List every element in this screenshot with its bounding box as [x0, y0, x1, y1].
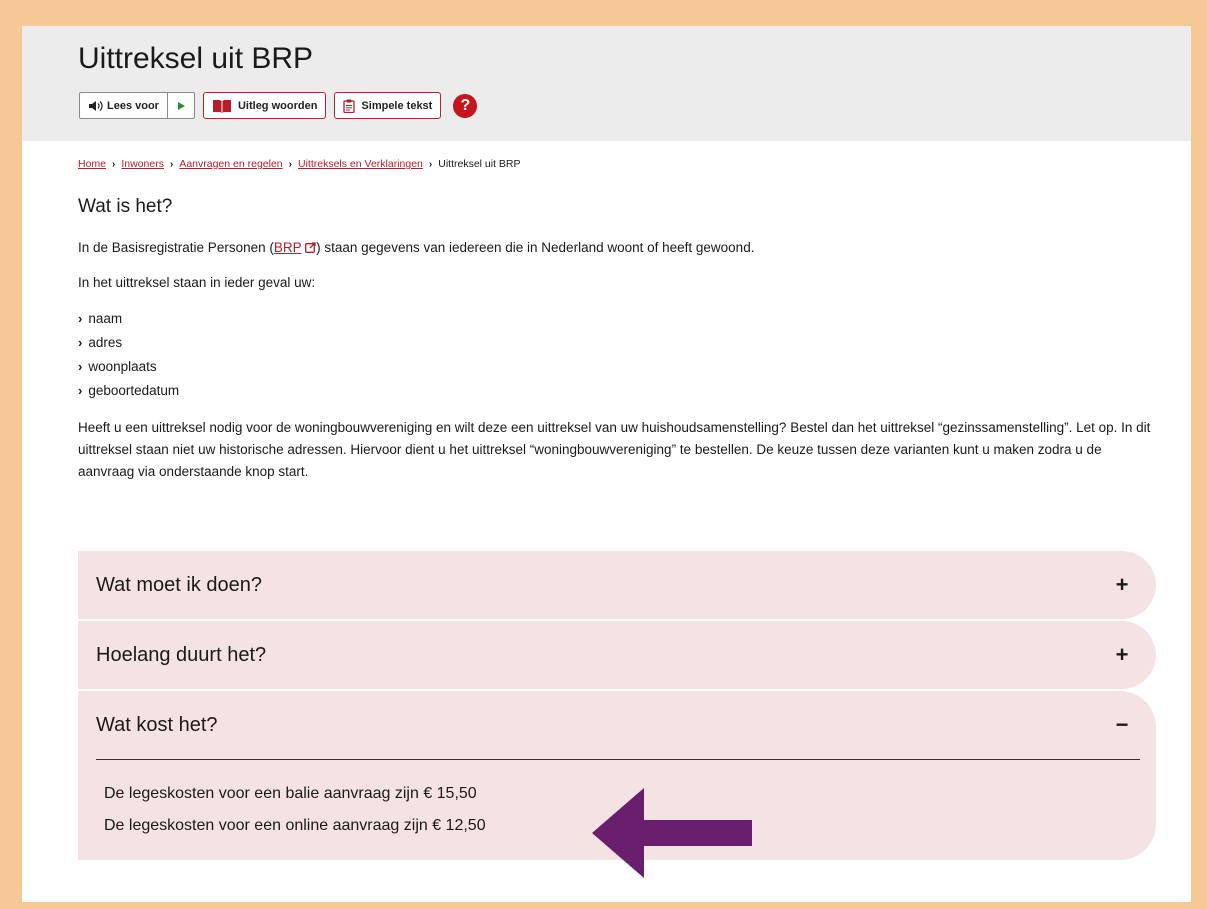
list-item: › adres — [78, 331, 1158, 355]
list-item-label: geboortedatum — [88, 383, 180, 398]
page-title: Uittreksel uit BRP — [78, 42, 314, 75]
intro-text-before: In de Basisregistratie Personen ( — [78, 240, 274, 255]
plus-icon: + — [1115, 642, 1129, 667]
chevron-right-icon: › — [428, 158, 433, 170]
breadcrumb-link-uittreksels[interactable]: Uittreksels en Verklaringen — [298, 158, 423, 170]
simple-text-button[interactable]: Simpele tekst — [334, 92, 442, 119]
accessibility-toolbar: Lees voor Uitleg woorden Simpele tekst ? — [79, 92, 478, 119]
minus-icon: − — [1115, 712, 1129, 737]
accordion-header-what-to-do[interactable]: Wat moet ik doen? + — [78, 551, 1156, 619]
help-button[interactable]: ? — [453, 93, 478, 118]
accordion-header-cost[interactable]: Wat kost het? − — [78, 691, 1156, 759]
book-icon — [212, 99, 231, 113]
simple-text-label: Simpele tekst — [361, 99, 433, 112]
arrow-annotation-icon — [592, 788, 752, 878]
list-item: › geboortedatum — [78, 379, 1158, 403]
page-header: Uittreksel uit BRP Lees voor Uitleg woor… — [22, 26, 1191, 141]
data-list: › naam › adres › woonplaats › geboortedatum — [78, 307, 1158, 403]
chevron-right-icon: › — [78, 383, 83, 398]
read-aloud-label: Lees voor — [107, 99, 159, 112]
main-content: Wat is het? In de Basisregistratie Perso… — [78, 196, 1158, 483]
intro-paragraph: In de Basisregistratie Personen (BRP ) s… — [78, 237, 1158, 258]
glossary-label: Uitleg woorden — [237, 99, 318, 112]
breadcrumb: Home › Inwoners › Aanvragen en regelen ›… — [78, 158, 521, 170]
accordion-title: Wat kost het? — [96, 713, 218, 736]
list-item: › woonplaats — [78, 355, 1158, 379]
breadcrumb-link-aanvragen[interactable]: Aanvragen en regelen — [179, 158, 282, 170]
accordion-header-duration[interactable]: Hoelang duurt het? + — [78, 621, 1156, 689]
chevron-right-icon: › — [112, 158, 116, 170]
accordion-item-what-to-do: Wat moet ik doen? + — [78, 551, 1156, 619]
info-paragraph: Heeft u een uittreksel nodig voor de won… — [78, 420, 1151, 479]
breadcrumb-current: Uittreksel uit BRP — [438, 158, 521, 170]
list-item-label: naam — [88, 311, 123, 326]
glossary-button[interactable]: Uitleg woorden — [202, 92, 327, 119]
brp-link[interactable]: BRP — [274, 240, 302, 255]
chevron-right-icon: › — [78, 359, 83, 374]
plus-icon: + — [1115, 572, 1129, 597]
play-button[interactable] — [166, 93, 194, 118]
breadcrumb-link-home[interactable]: Home — [78, 158, 106, 170]
list-item-label: woonplaats — [88, 359, 157, 374]
list-item: › naam — [78, 307, 1158, 331]
read-aloud-button[interactable]: Lees voor — [80, 93, 167, 118]
chevron-right-icon: › — [288, 158, 292, 170]
list-intro: In het uittreksel staan in ieder geval u… — [78, 275, 316, 290]
external-link-icon — [305, 242, 316, 253]
accordion-title: Wat moet ik doen? — [96, 573, 263, 596]
chevron-right-icon: › — [78, 335, 83, 350]
speaker-icon — [89, 100, 103, 111]
page-frame: Uittreksel uit BRP Lees voor Uitleg woor… — [22, 26, 1191, 902]
readspeaker-widget: Lees voor — [79, 92, 195, 119]
intro-text-after: ) staan gegevens van iedereen die in Ned… — [316, 240, 755, 255]
breadcrumb-link-inwoners[interactable]: Inwoners — [121, 158, 164, 170]
chevron-right-icon: › — [169, 158, 174, 170]
play-icon — [177, 101, 185, 110]
chevron-right-icon: › — [78, 311, 83, 326]
accordion-item-duration: Hoelang duurt het? + — [78, 621, 1156, 689]
section-heading: Wat is het? — [78, 196, 173, 217]
list-item-label: adres — [88, 335, 123, 350]
clipboard-icon — [343, 99, 356, 113]
accordion-title: Hoelang duurt het? — [96, 643, 267, 666]
